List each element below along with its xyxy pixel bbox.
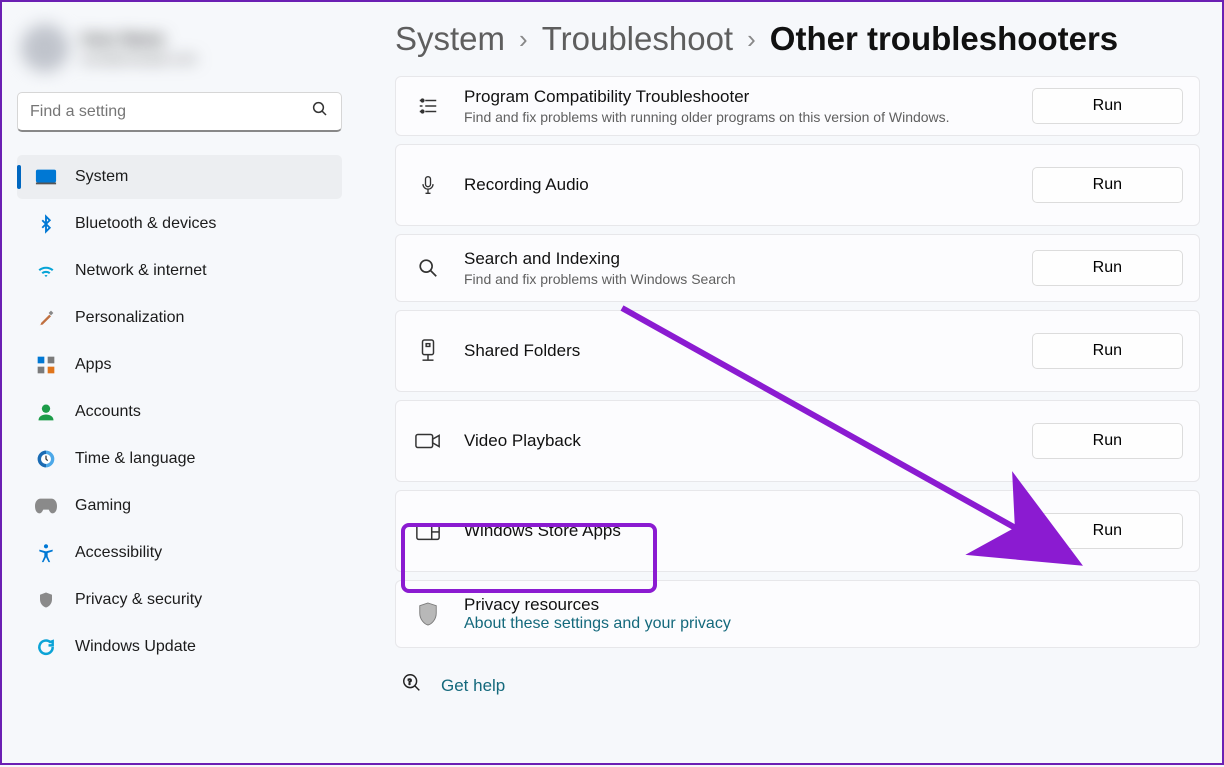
svg-text:?: ? [408,677,412,686]
shared-icon [412,338,444,364]
chevron-right-icon: › [747,24,756,55]
gaming-icon [35,495,57,517]
troubleshooter-video-playback[interactable]: Video Playback Run [395,400,1200,482]
user-block[interactable]: User Name user@example.com [7,12,352,92]
access-icon [35,542,57,564]
shield-icon [412,601,444,627]
update-icon [35,636,57,658]
sidebar-item-label: System [75,168,128,186]
brush-icon [35,307,57,329]
card-title: Privacy resources [464,595,1183,615]
get-help-label: Get help [441,676,505,696]
run-button[interactable]: Run [1032,250,1183,286]
sidebar-item-network[interactable]: Network & internet [17,249,342,293]
card-desc: Find and fix problems with Windows Searc… [464,271,1012,287]
user-name: User Name [81,31,197,49]
card-desc: Find and fix problems with running older… [464,109,1012,125]
card-title: Windows Store Apps [464,521,1012,541]
breadcrumb-current: Other troubleshooters [770,20,1118,58]
search-icon [412,257,444,279]
account-icon [35,401,57,423]
card-title: Recording Audio [464,175,1012,195]
privacy-link[interactable]: About these settings and your privacy [464,615,1183,633]
card-title: Program Compatibility Troubleshooter [464,87,1012,107]
sidebar-item-update[interactable]: Windows Update [17,625,342,669]
avatar [21,24,69,72]
sidebar-item-label: Apps [75,356,111,374]
sidebar-item-label: Gaming [75,497,131,515]
store-icon [412,520,444,542]
sidebar-item-personalization[interactable]: Personalization [17,296,342,340]
help-icon: ? [401,672,423,700]
card-title: Search and Indexing [464,249,1012,269]
chevron-right-icon: › [519,24,528,55]
search-icon [311,100,329,123]
breadcrumb-troubleshoot[interactable]: Troubleshoot [542,20,733,58]
nav: System Bluetooth & devices Network & int… [7,144,352,669]
sidebar: User Name user@example.com System Blue [2,2,357,763]
run-button[interactable]: Run [1032,167,1183,203]
sidebar-item-privacy[interactable]: Privacy & security [17,578,342,622]
sidebar-item-label: Bluetooth & devices [75,215,216,233]
sidebar-item-label: Time & language [75,450,195,468]
run-button[interactable]: Run [1032,88,1183,124]
sidebar-item-time[interactable]: Time & language [17,437,342,481]
apps-icon [35,354,57,376]
breadcrumb-system[interactable]: System [395,20,505,58]
sidebar-item-label: Windows Update [75,638,196,656]
run-button[interactable]: Run [1032,513,1183,549]
troubleshooter-recording-audio[interactable]: Recording Audio Run [395,144,1200,226]
time-icon [35,448,57,470]
sidebar-item-bluetooth[interactable]: Bluetooth & devices [17,202,342,246]
troubleshooter-search-indexing[interactable]: Search and Indexing Find and fix problem… [395,234,1200,302]
compat-icon [412,95,444,117]
system-icon [35,166,57,188]
sidebar-item-system[interactable]: System [17,155,342,199]
sidebar-item-label: Network & internet [75,262,207,280]
main-content: System › Troubleshoot › Other troublesho… [357,2,1222,763]
run-button[interactable]: Run [1032,333,1183,369]
mic-icon [412,172,444,198]
search-input[interactable] [17,92,342,132]
video-icon [412,431,444,451]
get-help-link[interactable]: ? Get help [395,648,1200,700]
troubleshooter-program-compatibility[interactable]: Program Compatibility Troubleshooter Fin… [395,76,1200,136]
user-email: user@example.com [81,51,197,66]
troubleshooter-windows-store-apps[interactable]: Windows Store Apps Run [395,490,1200,572]
sidebar-item-label: Accessibility [75,544,162,562]
card-title: Video Playback [464,431,1012,451]
troubleshooter-shared-folders[interactable]: Shared Folders Run [395,310,1200,392]
run-button[interactable]: Run [1032,423,1183,459]
sidebar-item-accounts[interactable]: Accounts [17,390,342,434]
sidebar-item-apps[interactable]: Apps [17,343,342,387]
wifi-icon [35,260,57,282]
sidebar-item-accessibility[interactable]: Accessibility [17,531,342,575]
privacy-icon [35,589,57,611]
privacy-resources[interactable]: Privacy resources About these settings a… [395,580,1200,648]
bluetooth-icon [35,213,57,235]
sidebar-item-label: Privacy & security [75,591,202,609]
sidebar-item-gaming[interactable]: Gaming [17,484,342,528]
breadcrumb: System › Troubleshoot › Other troublesho… [395,20,1200,58]
sidebar-item-label: Accounts [75,403,141,421]
search-field[interactable] [30,103,311,121]
card-title: Shared Folders [464,341,1012,361]
sidebar-item-label: Personalization [75,309,184,327]
